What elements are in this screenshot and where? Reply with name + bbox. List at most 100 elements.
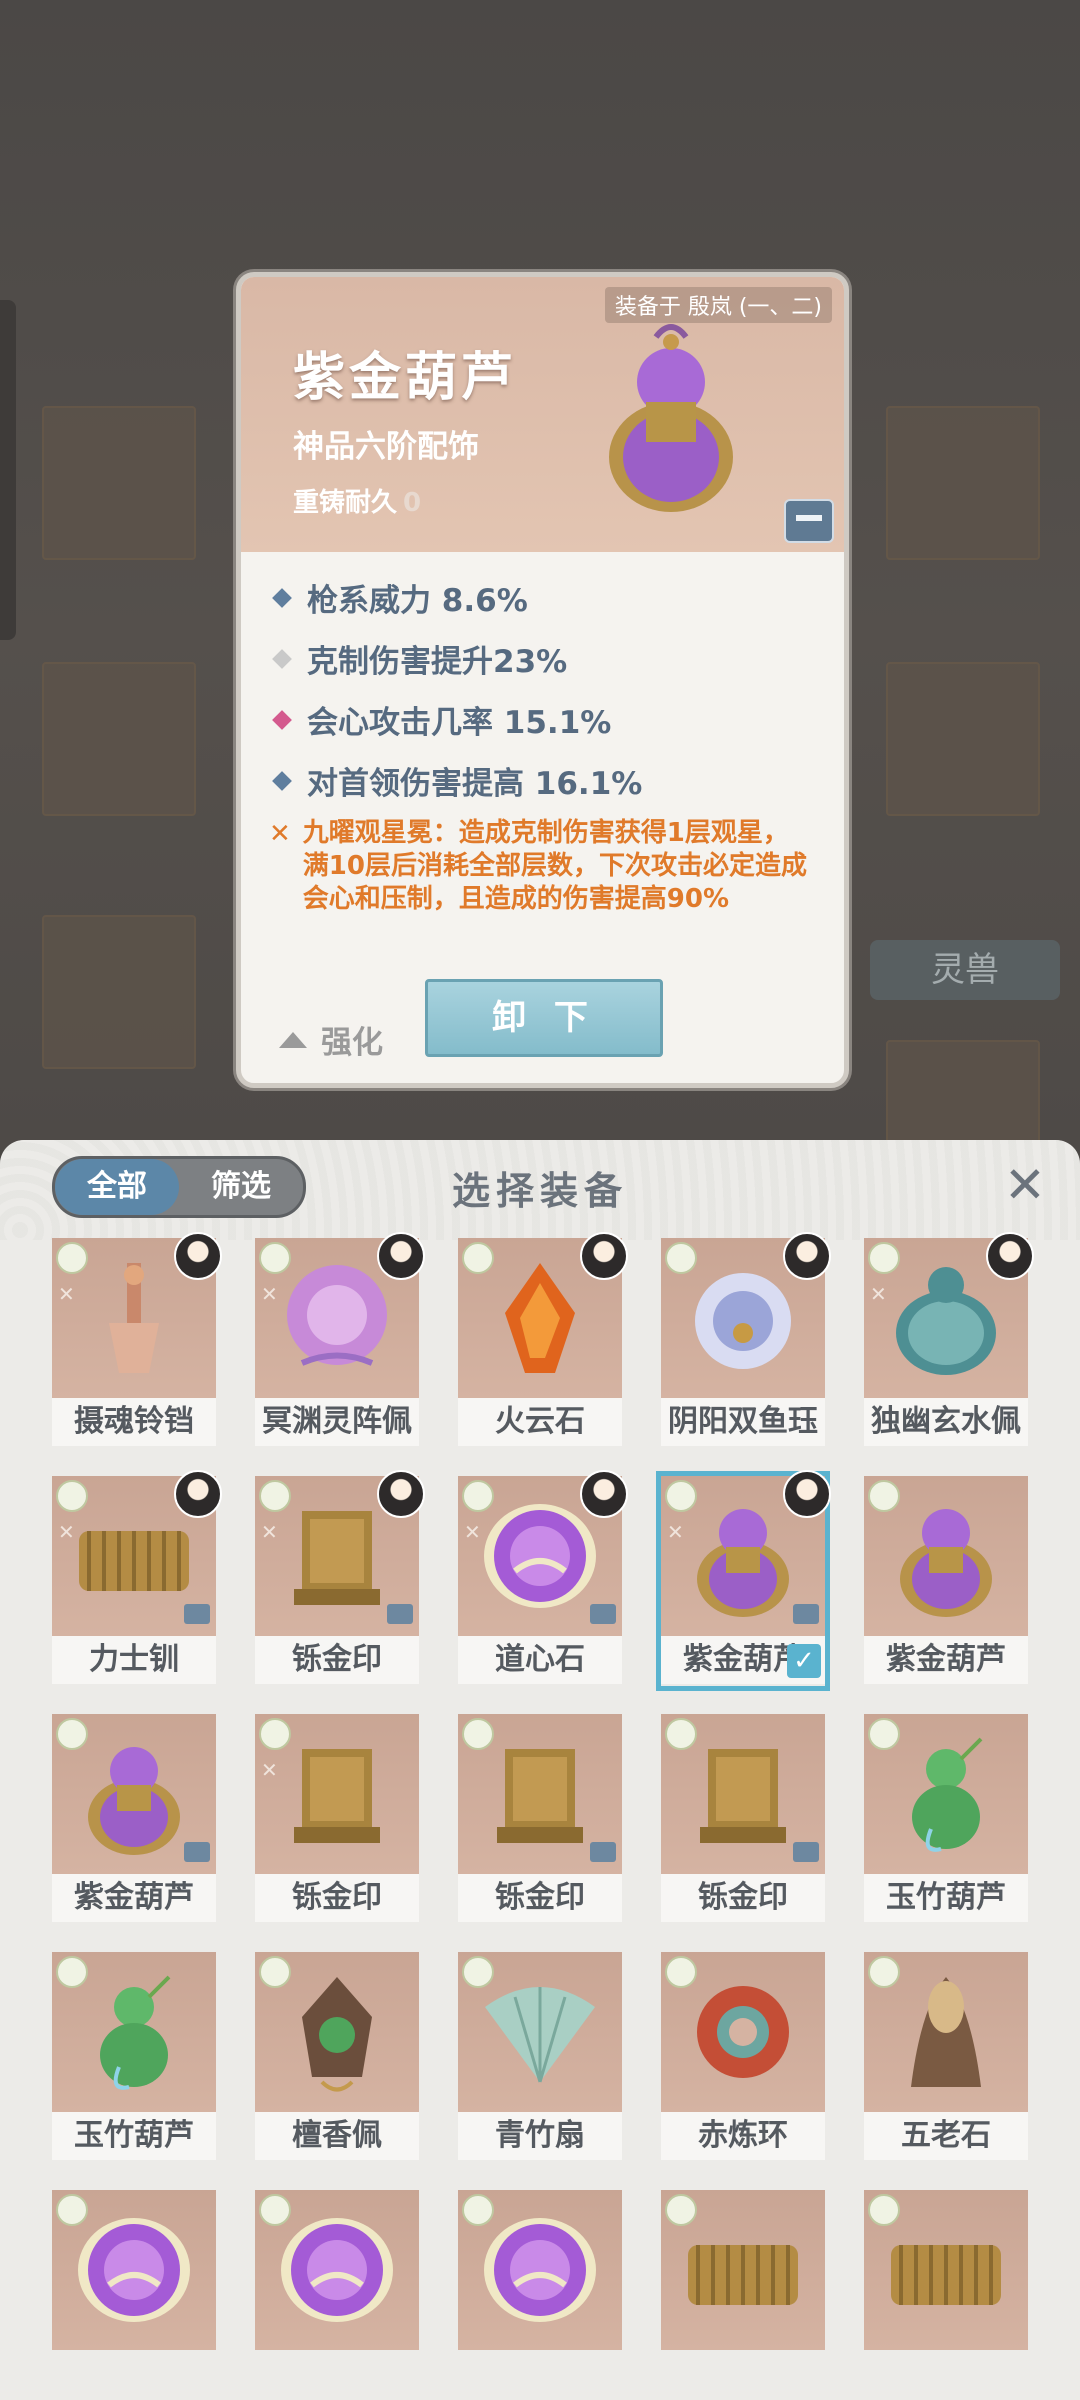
quality-badge	[462, 1718, 494, 1750]
quality-badge	[868, 1956, 900, 1988]
lock-icon	[590, 1604, 616, 1624]
equipment-tile[interactable]: 铄金印	[458, 1714, 622, 1924]
stat-row: 克制伤害提升23%	[269, 628, 829, 689]
equipment-tile[interactable]: ✕ 冥渊灵阵佩	[255, 1232, 425, 1448]
equipment-tile[interactable]: ✕ 道心石	[458, 1470, 628, 1686]
enhance-button[interactable]: 强化	[279, 1017, 383, 1062]
quality-badge	[56, 1718, 88, 1750]
equipment-tile[interactable]: 铄金印	[661, 1714, 825, 1924]
equipment-tile[interactable]: 赤炼环	[661, 1952, 825, 2162]
equipment-name: 五老石	[864, 2112, 1028, 2160]
equipment-name: 赤炼环	[661, 2112, 825, 2160]
quality-badge	[665, 1718, 697, 1750]
equipment-tile[interactable]: 火云石	[458, 1232, 628, 1448]
equipment-name: 紫金葫芦	[52, 1874, 216, 1922]
equipment-tile[interactable]: ✕ 铄金印	[255, 1714, 419, 1924]
unequip-button[interactable]: 卸 下	[425, 979, 663, 1057]
character-avatar	[580, 1232, 628, 1280]
character-avatar	[580, 1470, 628, 1518]
equipment-tile[interactable]: 青竹扇	[458, 1952, 622, 2162]
character-avatar	[783, 1470, 831, 1518]
stat-text: 克制伤害提升23%	[307, 644, 568, 680]
set-effect: ✕ 九曜观星冕：造成克制伤害获得1层观星，满10层后消耗全部层数，下次攻击必定造…	[269, 817, 809, 916]
equipment-tile[interactable]: ✕ 力士钏	[52, 1470, 222, 1686]
diamond-icon	[272, 648, 292, 669]
lock-icon	[590, 1842, 616, 1862]
close-icon[interactable]: ✕	[1000, 1160, 1050, 1210]
equipment-tile[interactable]	[458, 2190, 622, 2400]
equipment-name: 独幽玄水佩	[864, 1398, 1028, 1446]
equipment-tile[interactable]: 五老石	[864, 1952, 1028, 2162]
character-avatar	[174, 1232, 222, 1280]
stat-row: 枪系威力 8.6%	[269, 567, 829, 628]
diamond-icon	[272, 770, 292, 791]
equipment-name: 道心石	[458, 1636, 622, 1684]
quality-badge	[665, 1242, 697, 1274]
quality-badge	[462, 2194, 494, 2226]
set-effect-icon: ✕	[269, 819, 291, 849]
character-avatar	[377, 1232, 425, 1280]
character-avatar	[783, 1232, 831, 1280]
equipment-name: 铄金印	[255, 1636, 419, 1684]
stat-row: 对首领伤害提高 16.1%	[269, 750, 829, 811]
durability-label: 重铸耐久	[293, 488, 398, 518]
equipment-tile[interactable]: ✕ 摄魂铃铛	[52, 1232, 222, 1448]
character-avatar	[174, 1470, 222, 1518]
up-arrow-icon	[279, 1031, 307, 1048]
equipment-name: 紫金葫芦	[864, 1636, 1028, 1684]
equipment-tile[interactable]: ✕ 独幽玄水佩	[864, 1232, 1034, 1448]
panel-title: 选择装备	[451, 1169, 628, 1213]
bg-equip-slot	[886, 406, 1040, 560]
quality-badge	[665, 1956, 697, 1988]
equipment-tile[interactable]	[52, 2190, 216, 2400]
stat-list: 枪系威力 8.6% 克制伤害提升23% 会心攻击几率 15.1% 对首领伤害提高 16…	[269, 567, 829, 811]
equipment-tile[interactable]: 阴阳双鱼珏	[661, 1232, 831, 1448]
quality-badge	[868, 1718, 900, 1750]
set-mark-icon: ✕	[261, 1282, 278, 1306]
equipment-tile[interactable]: 紫金葫芦	[52, 1714, 216, 1924]
equipment-name: 火云石	[458, 1398, 622, 1446]
side-tab	[0, 300, 16, 640]
quality-badge	[868, 1480, 900, 1512]
equipment-tile[interactable]: 檀香佩	[255, 1952, 419, 2162]
equipment-tile[interactable]: 玉竹葫芦	[864, 1714, 1028, 1924]
stat-text: 枪系威力 8.6%	[307, 583, 528, 619]
quality-badge	[665, 1480, 697, 1512]
enhance-label: 强化	[321, 1025, 383, 1061]
quality-badge	[56, 1956, 88, 1988]
bg-equip-slot	[42, 662, 196, 816]
equipment-name: 阴阳双鱼珏	[661, 1398, 825, 1446]
character-avatar	[377, 1470, 425, 1518]
equipment-tile[interactable]	[661, 2190, 825, 2400]
equipment-name: 摄魂铃铛	[52, 1398, 216, 1446]
quality-badge	[462, 1480, 494, 1512]
lock-icon	[793, 1604, 819, 1624]
lock-icon[interactable]	[784, 499, 834, 543]
equipment-name: 铄金印	[255, 1874, 419, 1922]
equipment-name: 玉竹葫芦	[52, 2112, 216, 2160]
quality-badge	[868, 1242, 900, 1274]
set-mark-icon: ✕	[58, 1520, 75, 1544]
equipment-name: 檀香佩	[255, 2112, 419, 2160]
quality-badge	[259, 2194, 291, 2226]
item-grade: 神品六阶配饰	[293, 429, 479, 465]
equipment-tile[interactable]	[864, 2190, 1028, 2400]
equipment-tile[interactable]: ✕ 铄金印	[255, 1470, 425, 1686]
lock-icon	[387, 1604, 413, 1624]
equipment-tile[interactable]: 紫金葫芦	[864, 1476, 1028, 1686]
equipment-tile[interactable]: ✕ 紫金葫芦 ✓	[656, 1470, 831, 1691]
equipment-tile[interactable]	[255, 2190, 419, 2400]
lock-icon	[793, 1842, 819, 1862]
set-mark-icon: ✕	[58, 1282, 75, 1306]
quality-badge	[259, 1718, 291, 1750]
quality-badge	[259, 1242, 291, 1274]
quality-badge	[462, 1956, 494, 1988]
quality-badge	[56, 1242, 88, 1274]
diamond-icon	[272, 587, 292, 608]
equipment-name: 铄金印	[458, 1874, 622, 1922]
quality-badge	[868, 2194, 900, 2226]
set-mark-icon: ✕	[667, 1520, 684, 1544]
lock-icon	[184, 1842, 210, 1862]
equipment-tile[interactable]: 玉竹葫芦	[52, 1952, 216, 2162]
bg-equip-slot	[886, 662, 1040, 816]
